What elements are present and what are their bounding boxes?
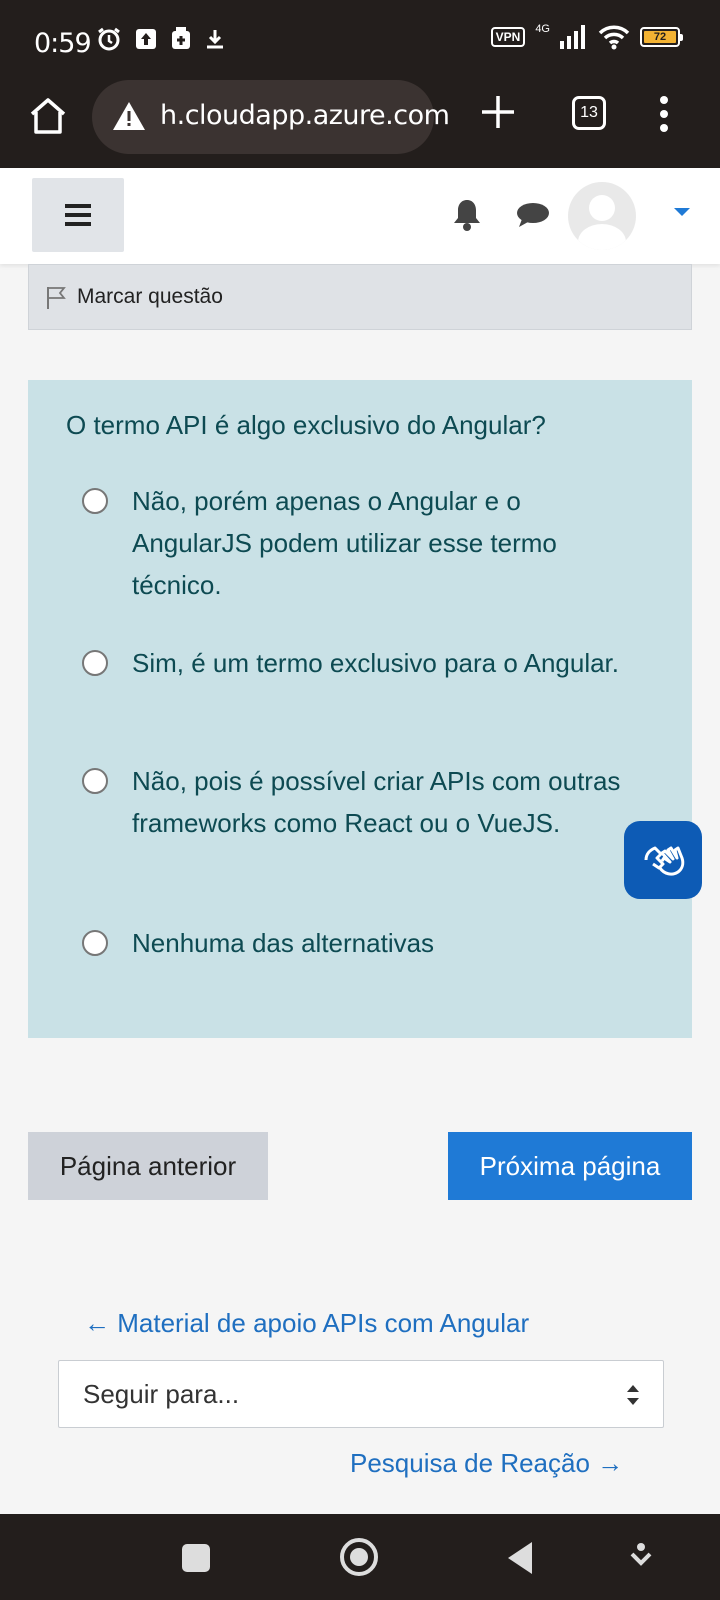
next-activity-link[interactable]: Pesquisa de Reação → xyxy=(350,1448,623,1479)
chat-bubble-icon[interactable] xyxy=(516,202,550,228)
home-circle-icon[interactable] xyxy=(340,1538,378,1576)
status-bar: 0:59 VPN 4G 72 xyxy=(0,0,720,80)
flag-question[interactable]: Marcar questão xyxy=(28,264,692,330)
radio-button[interactable] xyxy=(82,768,108,794)
recent-apps-icon[interactable] xyxy=(182,1544,210,1572)
next-page-button[interactable]: Próxima página xyxy=(448,1132,692,1200)
upload-icon xyxy=(136,29,156,49)
vpn-badge: VPN xyxy=(490,27,526,47)
flag-icon xyxy=(47,287,66,309)
question-text: O termo API é algo exclusivo do Angular? xyxy=(66,410,546,440)
alarm-icon xyxy=(98,27,120,51)
notification-icons xyxy=(96,26,226,52)
question-card: O termo API é algo exclusivo do Angular?… xyxy=(28,380,692,1038)
signal-icon xyxy=(560,25,585,49)
flag-label: Marcar questão xyxy=(77,285,223,308)
browser-toolbar: h.cloudapp.azure.com 13 xyxy=(0,80,720,168)
user-silhouette-icon xyxy=(578,195,626,250)
system-icons: VPN 4G 72 xyxy=(490,23,683,50)
answer-option[interactable]: Sim, é um termo exclusivo para o Angular… xyxy=(82,642,622,684)
answer-label[interactable]: Sim, é um termo exclusivo para o Angular… xyxy=(132,642,619,684)
hamburger-menu-button[interactable] xyxy=(32,178,124,252)
user-avatar[interactable] xyxy=(568,182,636,250)
back-triangle-icon[interactable] xyxy=(508,1542,532,1574)
tab-switcher-button[interactable]: 13 xyxy=(572,96,606,130)
new-tab-icon[interactable] xyxy=(478,92,518,132)
network-type: 4G xyxy=(535,23,550,35)
select-arrows-icon xyxy=(627,1385,639,1405)
sim-icon xyxy=(172,27,190,49)
answer-label[interactable]: Não, porém apenas o Angular e o AngularJ… xyxy=(132,480,622,606)
radio-button[interactable] xyxy=(82,650,108,676)
site-header xyxy=(0,168,720,264)
user-menu-caret-icon[interactable] xyxy=(674,208,690,216)
radio-button[interactable] xyxy=(82,488,108,514)
home-icon[interactable] xyxy=(26,94,70,138)
more-menu-icon[interactable] xyxy=(656,94,672,134)
assistant-icon[interactable] xyxy=(630,1542,652,1570)
bell-icon[interactable] xyxy=(452,198,482,232)
download-icon xyxy=(207,30,223,49)
warning-icon[interactable] xyxy=(112,100,146,132)
answer-option[interactable]: Nenhuma das alternativas xyxy=(82,922,622,964)
hands-icon xyxy=(644,846,685,876)
clock: 0:59 xyxy=(34,28,92,59)
radio-button[interactable] xyxy=(82,930,108,956)
system-navigation-bar xyxy=(0,1514,720,1600)
url-text[interactable]: h.cloudapp.azure.com xyxy=(160,100,450,131)
jump-to-value[interactable]: Seguir para... xyxy=(83,1379,239,1410)
previous-activity-link[interactable]: ← Material de apoio APIs com Angular xyxy=(84,1308,529,1339)
wifi-icon xyxy=(598,25,630,50)
answer-label[interactable]: Não, pois é possível criar APIs com outr… xyxy=(132,760,622,844)
answer-option[interactable]: Não, porém apenas o Angular e o AngularJ… xyxy=(82,480,622,606)
address-bar[interactable]: h.cloudapp.azure.com xyxy=(92,80,450,154)
sign-language-accessibility-button[interactable] xyxy=(624,821,702,899)
answer-label[interactable]: Nenhuma das alternativas xyxy=(132,922,434,964)
battery-icon: 72 xyxy=(640,27,683,47)
previous-page-button[interactable]: Página anterior xyxy=(28,1132,268,1200)
answer-option[interactable]: Não, pois é possível criar APIs com outr… xyxy=(82,760,622,844)
jump-to-select[interactable]: Seguir para... xyxy=(58,1360,664,1428)
